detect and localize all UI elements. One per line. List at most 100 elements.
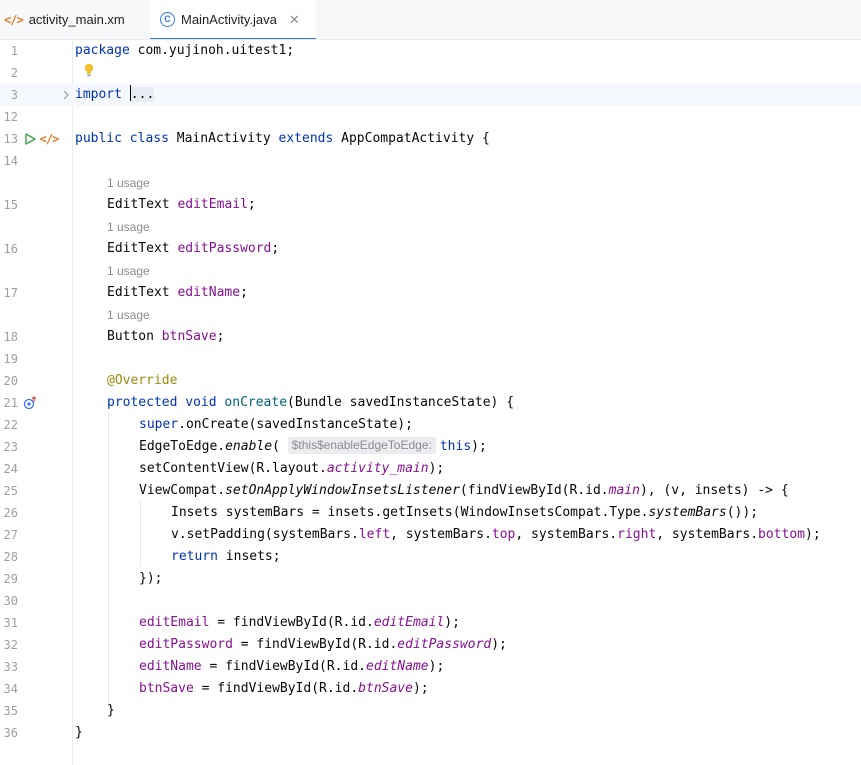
code-line-32[interactable]: 32 editPassword = findViewById(R.id.edit… (0, 634, 861, 656)
code-line-1[interactable]: 1 package com.yujinoh.uitest1; (0, 40, 861, 62)
field-name: editPassword (139, 637, 233, 652)
keyword: extends (278, 131, 334, 146)
code-line-12[interactable]: 12 (0, 106, 861, 128)
resource-id: editName (366, 659, 429, 674)
code-text: = findViewById(R.id. (232, 637, 398, 652)
field-name: editEmail (177, 197, 248, 212)
field-name: main (608, 483, 640, 498)
code-text: = findViewById(R.id. (193, 681, 359, 696)
line-number: 26 (3, 506, 18, 520)
fold-chevron-icon[interactable] (60, 88, 72, 102)
line-number: 22 (3, 418, 18, 432)
code-text: ; (216, 329, 225, 344)
code-text: ); (412, 681, 429, 696)
line-number: 32 (3, 638, 18, 652)
keyword: void (185, 395, 217, 410)
code-text: ); (471, 439, 487, 454)
type-name: EditText (107, 285, 178, 300)
code-text: ); (428, 461, 445, 476)
line-number: 33 (3, 660, 18, 674)
code-line-22[interactable]: 22 super.onCreate(savedInstanceState); (0, 414, 861, 436)
line-number: 17 (3, 286, 18, 300)
keyword: package (75, 43, 130, 58)
type-name: EditText (107, 197, 178, 212)
usage-hint[interactable]: 1 usage (107, 216, 150, 238)
code-line-2[interactable]: 2 (0, 62, 861, 84)
method-name: onCreate (224, 395, 288, 410)
code-line-19[interactable]: 19 (0, 348, 861, 370)
folded-imports[interactable]: ... (130, 87, 155, 102)
code-text: } (75, 725, 83, 740)
code-line-21[interactable]: 21 protected void onCreate(Bundle savedI… (0, 392, 861, 414)
code-line-18[interactable]: 18 Button btnSave; (0, 326, 861, 348)
field-name: right (617, 527, 657, 542)
field-name: editPassword (177, 241, 272, 256)
code-text: v.setPadding(systemBars. (171, 527, 359, 542)
code-text: .onCreate(savedInstanceState); (178, 417, 413, 432)
code-text: ); (444, 615, 460, 630)
code-text: ); (428, 659, 445, 674)
line-number: 15 (3, 198, 18, 212)
code-line-23[interactable]: 23 EdgeToEdge.enable( $this$enableEdgeTo… (0, 436, 861, 458)
code-line-35[interactable]: 35 } (0, 700, 861, 722)
lightbulb-icon[interactable] (82, 62, 96, 78)
line-number: 12 (3, 110, 18, 124)
code-text: EdgeToEdge. (139, 439, 226, 454)
code-line-14[interactable]: 14 (0, 150, 861, 172)
line-number: 16 (3, 242, 18, 256)
code-line-25[interactable]: 25 ViewCompat.setOnApplyWindowInsetsList… (0, 480, 861, 502)
tab-main-activity-java[interactable]: C MainActivity.java ✕ (150, 0, 316, 39)
keyword: class (129, 131, 169, 146)
usage-hint[interactable]: 1 usage (107, 260, 150, 282)
method-name: systemBars (648, 505, 727, 520)
code-line-36[interactable]: 36 } (0, 722, 861, 744)
code-line-27[interactable]: 27 v.setPadding(systemBars.left, systemB… (0, 524, 861, 546)
usage-hint[interactable]: 1 usage (107, 172, 150, 194)
java-class-icon: C (160, 12, 175, 27)
code-text: (findViewById(R.id. (459, 483, 609, 498)
run-icon[interactable] (23, 132, 37, 146)
code-text: ); (491, 637, 507, 652)
tab-label: activity_main.xm (28, 12, 125, 27)
type-name: Button (107, 329, 162, 344)
line-number: 27 (3, 528, 18, 542)
code-line-26[interactable]: 26 Insets systemBars = insets.getInsets(… (0, 502, 861, 524)
line-number: 19 (3, 352, 18, 366)
xml-file-icon: </> (4, 12, 24, 27)
code-text: }); (139, 571, 163, 586)
code-line-13[interactable]: 13 </> public class MainActivity extends… (0, 128, 861, 150)
field-name: top (491, 527, 516, 542)
code-text: ; (240, 285, 248, 300)
code-line-24[interactable]: 24 setContentView(R.layout.activity_main… (0, 458, 861, 480)
line-number: 25 (3, 484, 18, 498)
class-name: MainActivity (168, 131, 279, 146)
code-text: (Bundle savedInstanceState) { (287, 395, 515, 410)
field-name: bottom (758, 527, 805, 542)
code-text: ; (247, 197, 256, 212)
field-name: activity_main (326, 461, 429, 476)
code-line-29[interactable]: 29 }); (0, 568, 861, 590)
resource-id: editPassword (397, 637, 492, 652)
code-line-31[interactable]: 31 editEmail = findViewById(R.id.editEma… (0, 612, 861, 634)
code-line-15[interactable]: 15 EditText editEmail; (0, 194, 861, 216)
override-method-icon[interactable] (23, 395, 39, 411)
keyword: import (75, 87, 122, 102)
code-line-20[interactable]: 20 @Override (0, 370, 861, 392)
code-line-28[interactable]: 28 return insets; (0, 546, 861, 568)
code-line-16[interactable]: 16 EditText editPassword; (0, 238, 861, 260)
code-line-30[interactable]: 30 (0, 590, 861, 612)
code-line-33[interactable]: 33 editName = findViewById(R.id.editName… (0, 656, 861, 678)
code-line-34[interactable]: 34 btnSave = findViewById(R.id.btnSave); (0, 678, 861, 700)
code-line-3[interactable]: 3 import ... (0, 84, 861, 106)
active-tab-indicator (150, 38, 316, 39)
tab-activity-main-xml[interactable]: </> activity_main.xm (0, 0, 125, 39)
line-number: 23 (3, 440, 18, 454)
field-name: left (358, 527, 391, 542)
code-line-17[interactable]: 17 EditText editName; (0, 282, 861, 304)
usage-hint[interactable]: 1 usage (107, 304, 150, 326)
code-text: ; (271, 241, 280, 256)
close-tab-icon[interactable]: ✕ (289, 12, 300, 28)
xml-link-icon[interactable]: </> (40, 131, 60, 147)
code-text: } (107, 703, 115, 718)
package-name: com.yujinoh.uitest1; (129, 43, 295, 58)
